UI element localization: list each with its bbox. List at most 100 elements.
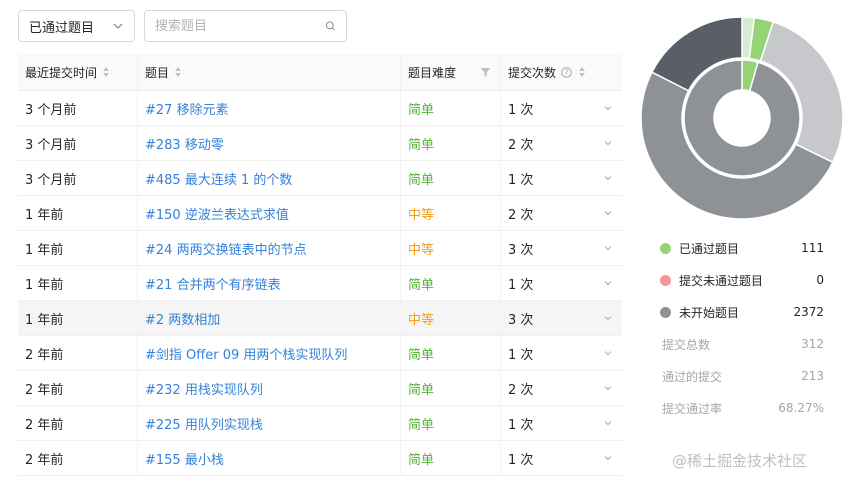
problem-link[interactable]: #27 移除元素 (145, 99, 229, 118)
svg-text:?: ? (565, 68, 569, 77)
search-box[interactable] (144, 10, 347, 42)
submission-count: 3 次 (508, 242, 534, 258)
stat-label: 提交通过率 (662, 401, 723, 416)
stat-label: 提交总数 (662, 337, 711, 352)
difficulty-label: 简单 (408, 347, 435, 363)
submission-count: 1 次 (508, 452, 534, 468)
problem-link[interactable]: #283 移动零 (145, 134, 224, 153)
submit-time: 1 年前 (25, 207, 64, 223)
table-row[interactable]: 3 个月前 #27 移除元素 简单 1 次 (18, 91, 622, 126)
stat-value: 312 (801, 337, 824, 351)
header-time[interactable]: 最近提交时间 (18, 54, 138, 90)
problem-link[interactable]: #21 合并两个有序链表 (145, 274, 281, 293)
filter-icon[interactable] (480, 67, 491, 78)
problem-link[interactable]: #225 用队列实现栈 (145, 414, 263, 433)
header-difficulty[interactable]: 题目难度 (401, 54, 501, 90)
problem-link[interactable]: #2 两数相加 (145, 309, 220, 328)
stat-value: 0 (816, 273, 824, 287)
submit-time: 1 年前 (25, 312, 64, 328)
problem-link[interactable]: #155 最小栈 (145, 449, 224, 468)
table-row[interactable]: 1 年前 #21 合并两个有序链表 简单 1 次 (18, 266, 622, 301)
chevron-down-icon (113, 23, 123, 29)
stat-unstarted: 未开始题目 2372 (660, 296, 824, 328)
difficulty-label: 中等 (408, 312, 435, 328)
sort-icon[interactable] (174, 66, 182, 78)
status-filter-select[interactable]: 已通过题目 (18, 10, 135, 42)
problem-link[interactable]: #24 两两交换链表中的节点 (145, 239, 307, 258)
failed-dot (660, 274, 671, 286)
submission-count: 2 次 (508, 382, 534, 398)
header-difficulty-label: 题目难度 (408, 65, 457, 80)
expand-chevron-icon[interactable] (603, 383, 613, 393)
submission-count: 1 次 (508, 417, 534, 433)
table-row[interactable]: 3 个月前 #283 移动零 简单 2 次 (18, 126, 622, 161)
stat-value: 68.27% (778, 401, 824, 415)
table-body: 3 个月前 #27 移除元素 简单 1 次 3 个月前 #283 移动零 简单 … (18, 91, 622, 476)
table-row[interactable]: 1 年前 #150 逆波兰表达式求值 中等 2 次 (18, 196, 622, 231)
unstarted-dot (660, 306, 671, 318)
stat-total-submissions: 提交总数 312 (660, 328, 824, 360)
table-row[interactable]: 2 年前 #232 用栈实现队列 简单 2 次 (18, 371, 622, 406)
submission-count: 1 次 (508, 277, 534, 293)
difficulty-label: 简单 (408, 417, 435, 433)
problem-link[interactable]: #232 用栈实现队列 (145, 379, 263, 398)
problem-link[interactable]: #剑指 Offer 09 用两个栈实现队列 (145, 344, 347, 363)
submit-time: 3 个月前 (25, 137, 77, 153)
difficulty-label: 中等 (408, 207, 435, 223)
expand-chevron-icon[interactable] (603, 313, 613, 323)
expand-chevron-icon[interactable] (603, 418, 613, 428)
problem-link[interactable]: #150 逆波兰表达式求值 (145, 204, 289, 223)
stat-value: 2372 (793, 305, 824, 319)
sort-icon[interactable] (578, 66, 586, 78)
table-row[interactable]: 1 年前 #2 两数相加 中等 3 次 (18, 301, 622, 336)
table-row[interactable]: 3 个月前 #485 最大连续 1 的个数 简单 1 次 (18, 161, 622, 196)
submit-time: 3 个月前 (25, 172, 77, 188)
expand-chevron-icon[interactable] (603, 208, 613, 218)
stat-label: 提交未通过题目 (679, 273, 764, 288)
submission-count: 2 次 (508, 137, 534, 153)
stat-value: 111 (801, 241, 824, 255)
stat-label: 通过的提交 (662, 369, 723, 384)
submit-time: 2 年前 (25, 347, 64, 363)
stat-failed: 提交未通过题目 0 (660, 264, 824, 296)
submit-time: 2 年前 (25, 417, 64, 433)
stat-label: 未开始题目 (679, 305, 740, 320)
problem-link[interactable]: #485 最大连续 1 的个数 (145, 169, 292, 188)
sort-icon[interactable] (102, 66, 110, 78)
table-row[interactable]: 2 年前 #剑指 Offer 09 用两个栈实现队列 简单 1 次 (18, 336, 622, 371)
header-title[interactable]: 题目 (138, 54, 401, 90)
submission-count: 2 次 (508, 207, 534, 223)
difficulty-label: 简单 (408, 277, 435, 293)
submit-time: 2 年前 (25, 452, 64, 468)
stat-label: 已通过题目 (679, 241, 740, 256)
expand-chevron-icon[interactable] (603, 173, 613, 183)
submit-time: 1 年前 (25, 242, 64, 258)
help-icon[interactable]: ? (561, 66, 572, 78)
difficulty-label: 简单 (408, 452, 435, 468)
expand-chevron-icon[interactable] (603, 348, 613, 358)
search-input[interactable] (155, 18, 325, 34)
header-title-label: 题目 (145, 65, 170, 80)
table-row[interactable]: 2 年前 #225 用队列实现栈 简单 1 次 (18, 406, 622, 441)
table-header: 最近提交时间 题目 题目难度 提交次数 ? (18, 54, 622, 91)
expand-chevron-icon[interactable] (603, 243, 613, 253)
stat-value: 213 (801, 369, 824, 383)
submission-count: 1 次 (508, 347, 534, 363)
submission-count: 1 次 (508, 102, 534, 118)
watermark: @稀土掘金技术社区 (672, 452, 808, 470)
expand-chevron-icon[interactable] (603, 103, 613, 113)
difficulty-label: 简单 (408, 382, 435, 398)
expand-chevron-icon[interactable] (603, 138, 613, 148)
search-icon[interactable] (325, 18, 336, 34)
table-row[interactable]: 2 年前 #155 最小栈 简单 1 次 (18, 441, 622, 476)
expand-chevron-icon[interactable] (603, 278, 613, 288)
submit-time: 3 个月前 (25, 102, 77, 118)
header-submissions[interactable]: 提交次数 ? (501, 54, 622, 90)
stat-pass-rate: 提交通过率 68.27% (660, 392, 824, 424)
passed-dot (660, 242, 671, 254)
expand-chevron-icon[interactable] (603, 453, 613, 463)
inner-segment (683, 59, 801, 177)
difficulty-label: 中等 (408, 242, 435, 258)
table-row[interactable]: 1 年前 #24 两两交换链表中的节点 中等 3 次 (18, 231, 622, 266)
submit-time: 2 年前 (25, 382, 64, 398)
